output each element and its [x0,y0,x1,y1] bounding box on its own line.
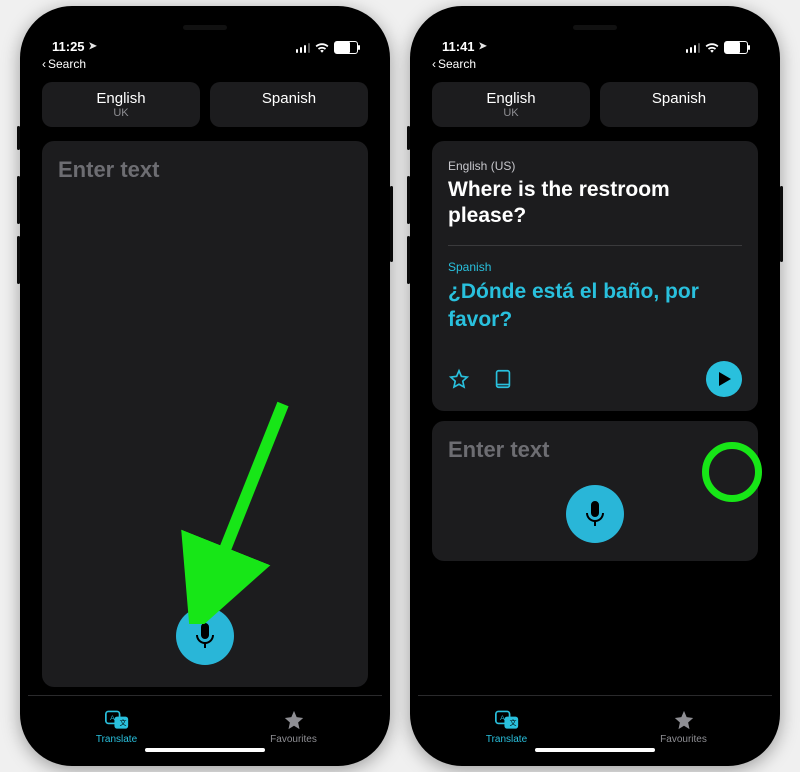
screen: 11:41 ➤ ‹ Search English UK Spanish [418,14,772,758]
volume-down-button[interactable] [17,236,20,284]
star-icon [282,709,306,731]
power-button[interactable] [390,186,393,262]
notch [510,14,680,40]
wifi-icon [315,42,329,53]
battery-icon [334,41,358,54]
status-icons [296,41,359,54]
tab-favourites-label: Favourites [270,734,317,745]
source-language-label: English [46,90,196,107]
volume-up-button[interactable] [17,176,20,224]
svg-text:A: A [500,715,505,722]
target-language-button[interactable]: Spanish [600,82,758,127]
signal-icon [686,43,701,53]
target-lang-label: Spanish [448,260,742,274]
source-lang-label: English (US) [448,159,742,173]
play-icon [718,372,732,386]
source-language-button[interactable]: English UK [42,82,200,127]
svg-text:文: 文 [509,718,516,727]
play-audio-button[interactable] [706,361,742,397]
content-area: English (US) Where is the restroom pleas… [418,141,772,695]
translation-card: English (US) Where is the restroom pleas… [432,141,758,411]
microphone-icon [193,622,217,650]
source-text: Where is the restroom please? [448,177,742,230]
star-outline-icon [448,368,470,390]
location-icon: ➤ [479,41,487,52]
mute-switch[interactable] [407,126,410,150]
home-indicator[interactable] [145,748,265,753]
chevron-left-icon: ‹ [432,57,436,71]
target-language-button[interactable]: Spanish [210,82,368,127]
power-button[interactable] [780,186,783,262]
microphone-button[interactable] [566,485,624,543]
input-panel[interactable]: Enter text [42,141,368,687]
home-indicator[interactable] [535,748,655,753]
input-panel[interactable]: Enter text [432,421,758,561]
target-language-label: Spanish [604,90,754,107]
dictionary-button[interactable] [492,368,514,390]
mute-switch[interactable] [17,126,20,150]
back-link[interactable]: ‹ Search [28,56,382,72]
tab-translate-label: Translate [96,734,137,745]
volume-down-button[interactable] [407,236,410,284]
source-language-sublabel: UK [46,107,196,120]
language-selector-row: English UK Spanish [418,72,772,141]
wifi-icon [705,42,719,53]
target-text: ¿Dónde está el baño, por favor? [448,278,742,333]
target-language-sublabel [214,107,364,120]
star-icon [672,709,696,731]
input-placeholder: Enter text [432,421,758,479]
status-time: 11:25 [52,39,85,54]
tab-favourites-label: Favourites [660,734,707,745]
microphone-icon [583,500,607,528]
target-language-label: Spanish [214,90,364,107]
status-time: 11:41 [442,39,475,54]
favourite-button[interactable] [448,368,470,390]
target-language-sublabel [604,107,754,120]
source-language-button[interactable]: English UK [432,82,590,127]
notch [120,14,290,40]
book-icon [492,368,514,390]
signal-icon [296,43,311,53]
source-language-sublabel: UK [436,107,586,120]
volume-up-button[interactable] [407,176,410,224]
svg-text:文: 文 [119,718,126,727]
divider [448,245,742,246]
battery-icon [724,41,748,54]
microphone-button[interactable] [176,607,234,665]
svg-text:A: A [110,715,115,722]
back-label: Search [48,57,86,71]
back-link[interactable]: ‹ Search [418,56,772,72]
language-selector-row: English UK Spanish [28,72,382,141]
screen: 11:25 ➤ ‹ Search English UK Spanish [28,14,382,758]
location-icon: ➤ [89,41,97,52]
content-area: Enter text [28,141,382,695]
translate-icon: A文 [495,709,519,731]
card-actions [448,361,742,397]
back-label: Search [438,57,476,71]
translate-icon: A文 [105,709,129,731]
chevron-left-icon: ‹ [42,57,46,71]
status-icons [686,41,749,54]
phone-right: 11:41 ➤ ‹ Search English UK Spanish [410,6,780,766]
input-placeholder: Enter text [42,141,368,199]
tab-translate-label: Translate [486,734,527,745]
source-language-label: English [436,90,586,107]
phone-left: 11:25 ➤ ‹ Search English UK Spanish [20,6,390,766]
